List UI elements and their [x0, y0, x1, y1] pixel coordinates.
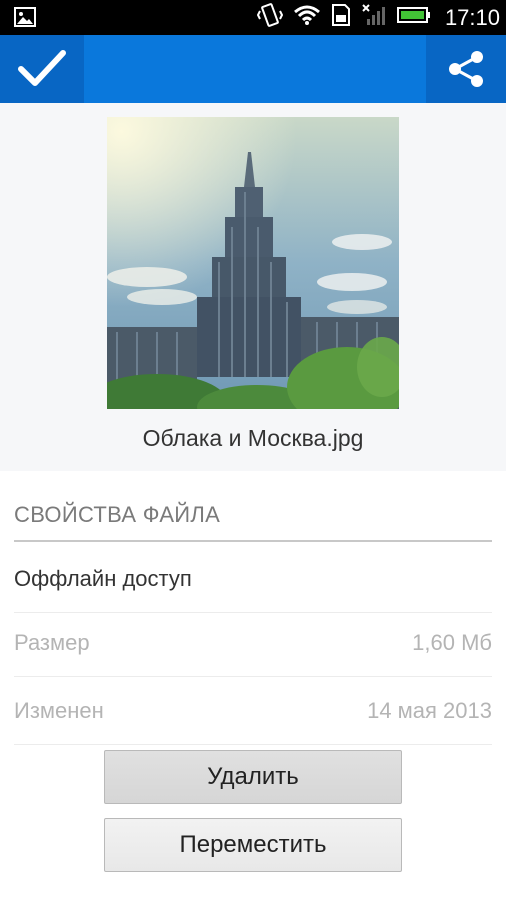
- status-icons: 17:10: [256, 0, 500, 35]
- photo-thumbnail[interactable]: [107, 117, 399, 409]
- signal-icon: [361, 3, 387, 32]
- offline-access-row[interactable]: Оффлайн доступ: [14, 545, 492, 613]
- vibrate-icon: [256, 3, 284, 32]
- modified-label: Изменен: [14, 697, 104, 723]
- gallery-notification-icon: [14, 7, 36, 27]
- modified-value: 14 мая 2013: [367, 697, 492, 723]
- modified-row: Изменен 14 мая 2013: [14, 677, 492, 745]
- check-icon: [18, 50, 66, 86]
- battery-icon: [396, 6, 431, 29]
- file-name: Облака и Москва.jpg: [142, 425, 364, 451]
- delete-button[interactable]: Удалить: [104, 750, 402, 804]
- confirm-button[interactable]: [0, 35, 84, 103]
- action-bar: [0, 35, 506, 103]
- size-row: Размер 1,60 Мб: [14, 609, 492, 677]
- size-label: Размер: [14, 629, 90, 655]
- share-button[interactable]: [426, 35, 506, 103]
- move-button[interactable]: Переместить: [104, 818, 402, 872]
- section-header-file-properties: СВОЙСТВА ФАЙЛА: [14, 502, 492, 542]
- sd-card-icon: [331, 3, 351, 32]
- offline-access-label: Оффлайн доступ: [14, 565, 192, 591]
- share-icon: [449, 51, 483, 87]
- wifi-icon: [293, 4, 321, 31]
- size-value: 1,60 Мб: [412, 629, 492, 655]
- status-bar: 17:10: [0, 0, 506, 35]
- file-preview: Облака и Москва.jpg: [0, 103, 506, 471]
- status-time: 17:10: [444, 4, 500, 30]
